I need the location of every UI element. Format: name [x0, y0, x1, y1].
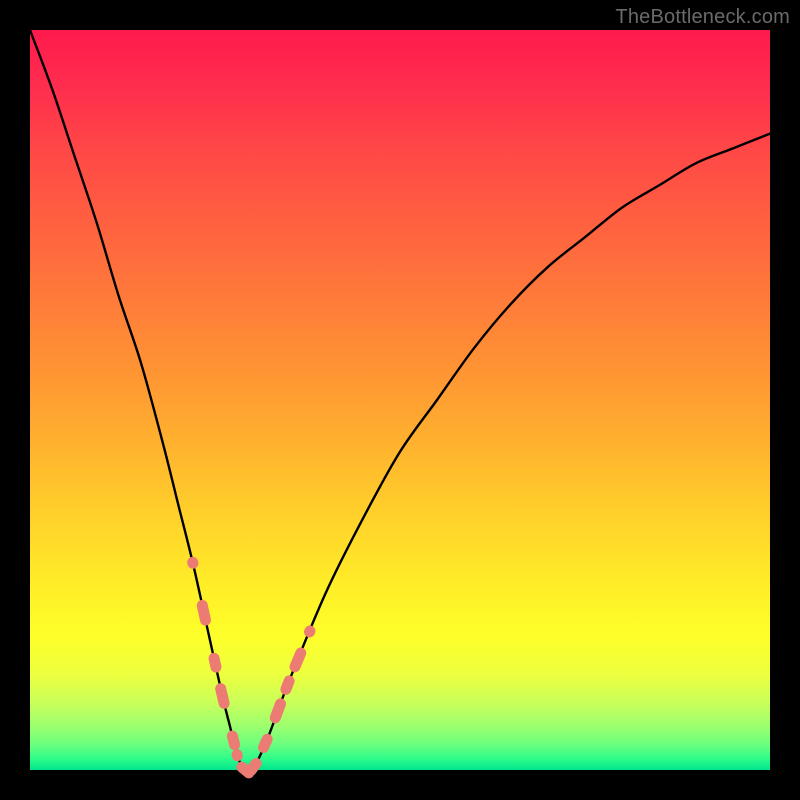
curve-marker: [226, 729, 242, 751]
curve-marker: [207, 652, 222, 674]
curve-marker: [288, 646, 308, 674]
curve-layer: [30, 30, 770, 770]
curve-marker: [186, 556, 199, 570]
curve-marker: [256, 732, 274, 755]
watermark-text: TheBottleneck.com: [615, 6, 790, 29]
curve-marker: [268, 697, 287, 725]
curve-marker: [302, 624, 317, 639]
curve-path: [30, 30, 770, 773]
curve-marker: [214, 682, 231, 710]
curve-marker: [196, 599, 212, 627]
curve-marker: [230, 748, 244, 763]
plot-area: [30, 30, 770, 770]
marker-group: [186, 556, 317, 781]
bottleneck-curve: [30, 30, 770, 773]
curve-marker: [279, 674, 296, 697]
chart-frame: TheBottleneck.com: [0, 0, 800, 800]
